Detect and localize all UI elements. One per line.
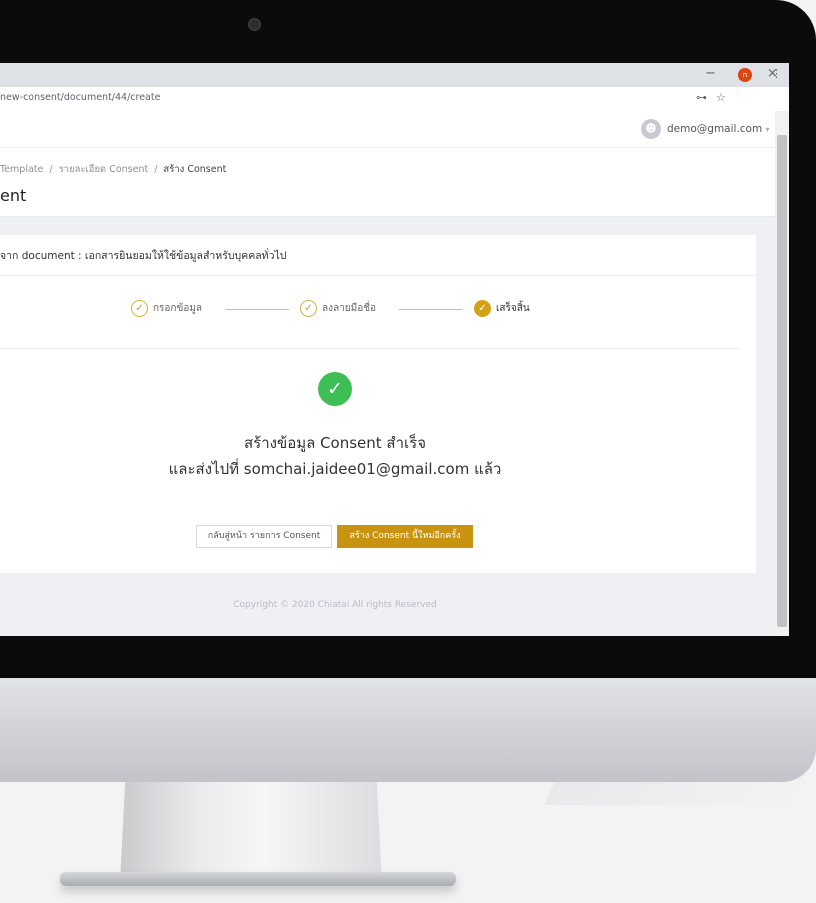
card-title: จาก document : เอกสารยินยอมให้ใช้ข้อมูลส… [0, 250, 287, 262]
browser-profile-icon[interactable]: n [738, 68, 752, 82]
address-bar[interactable]: new-consent/document/44/create ⊶ ☆ [0, 87, 789, 112]
minimize-icon[interactable]: − [705, 66, 716, 81]
success-check-icon: ✓ [318, 372, 352, 406]
monitor-stand [120, 782, 382, 882]
user-menu[interactable]: demo@gmail.com ▾ [667, 123, 770, 135]
chevron-down-icon: ▾ [765, 125, 770, 134]
browser-titlebar: − □ × [0, 63, 789, 87]
copyright-footer: Copyright © 2020 Chiatai All rights Rese… [233, 600, 437, 610]
bezel-bottom [0, 636, 816, 678]
monitor-base [60, 872, 456, 886]
card-header: จาก document : เอกสารยินยอมให้ใช้ข้อมูลส… [0, 235, 756, 276]
breadcrumb-separator: / [154, 164, 158, 175]
camera-icon [248, 18, 261, 31]
divider [0, 348, 740, 349]
browser-menu-icon[interactable]: ⋮ [771, 67, 782, 80]
check-circle-icon: ✓ [131, 300, 148, 317]
user-email[interactable]: demo@gmail.com [667, 123, 762, 135]
step-connector [399, 309, 463, 310]
step-label: กรอกข้อมูล [153, 303, 203, 314]
screen: − □ × new-consent/document/44/create ⊶ ☆… [0, 63, 789, 636]
url-text[interactable]: new-consent/document/44/create [0, 92, 160, 103]
sent-to-message: และส่งไปที่ somchai.jaidee01@gmail.com แ… [168, 460, 502, 478]
page-header [0, 148, 775, 217]
step-signature: ✓ ลงลายมือชื่อ [300, 300, 376, 317]
user-avatar-icon[interactable]: ☻ [641, 119, 661, 139]
check-circle-icon: ✓ [474, 300, 491, 317]
success-message: สร้างข้อมูล Consent สำเร็จ [244, 434, 426, 452]
step-label: ลงลายมือชื่อ [322, 303, 377, 314]
create-again-button[interactable]: สร้าง Consent นี้ใหม่อีกครั้ง [337, 525, 473, 548]
key-icon[interactable]: ⊶ [696, 91, 707, 104]
breadcrumb: Template / รายละเอียด Consent / สร้าง Consen… [0, 162, 226, 177]
consent-card: จาก document : เอกสารยินยอมให้ใช้ข้อมูลส… [0, 235, 756, 573]
scrollbar-thumb[interactable] [777, 135, 787, 627]
check-circle-icon: ✓ [300, 300, 317, 317]
breadcrumb-item[interactable]: Template [0, 164, 43, 175]
step-connector [225, 309, 289, 310]
step-label: เสร็จสิ้น [496, 303, 530, 314]
monitor-chin [0, 678, 816, 782]
step-complete: ✓ เสร็จสิ้น [474, 300, 530, 317]
star-icon[interactable]: ☆ [716, 91, 726, 104]
breadcrumb-current: สร้าง Consent [163, 164, 227, 175]
back-to-list-button[interactable]: กลับสู่หน้า รายการ Consent [196, 525, 332, 548]
breadcrumb-separator: / [49, 164, 53, 175]
breadcrumb-item[interactable]: รายละเอียด Consent [59, 164, 149, 175]
page-title: ent [0, 186, 27, 205]
step-fill-info: ✓ กรอกข้อมูล [131, 300, 202, 317]
